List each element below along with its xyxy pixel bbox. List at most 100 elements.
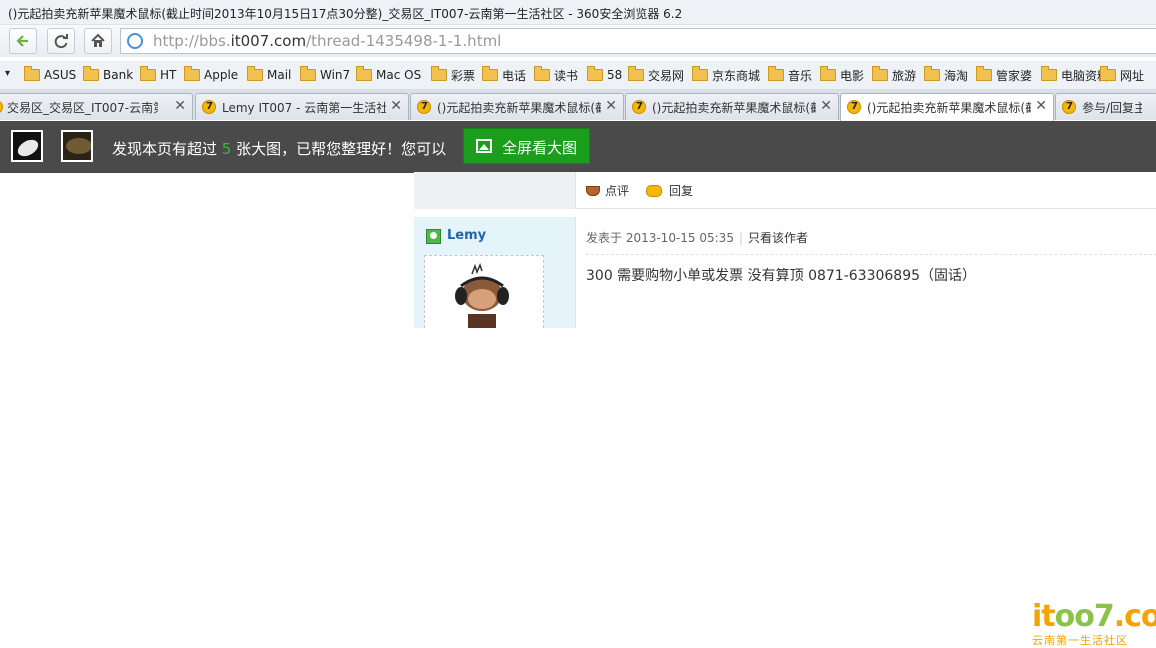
- post-body: 发表于 2013-10-15 05:35 | 只看该作者 300 需要购物小单或发票…: [575, 217, 1156, 328]
- author-name[interactable]: Lemy: [447, 228, 486, 243]
- close-icon[interactable]: ✕: [1035, 98, 1047, 114]
- tab-label: ()元起拍卖充新苹果魔术鼠标(截: [437, 101, 601, 115]
- image-thumbnail[interactable]: [61, 130, 93, 162]
- bookmarks-menu-icon[interactable]: ▾: [5, 64, 10, 82]
- post-author-column: Lemy: [414, 217, 575, 328]
- image-thumbnail[interactable]: [11, 130, 43, 162]
- back-arrow-icon: [16, 35, 28, 47]
- fullscreen-gallery-button[interactable]: 全屏看大图: [463, 128, 590, 164]
- post-divider: [586, 254, 1156, 255]
- site-favicon-icon: [417, 100, 431, 114]
- folder-icon: [83, 66, 99, 81]
- bookmark-item[interactable]: Bank: [83, 66, 133, 84]
- back-button[interactable]: [9, 28, 37, 54]
- folder-icon: [1100, 66, 1116, 81]
- bookmark-item[interactable]: Mail: [247, 66, 291, 84]
- close-icon[interactable]: ✕: [390, 98, 402, 114]
- tab-label: 交易区_交易区_IT007-云南第一: [7, 101, 158, 115]
- bookmark-item[interactable]: HT: [140, 66, 176, 84]
- reply-link[interactable]: 回复: [646, 182, 693, 199]
- site-logo: itoo7.com 云南第一生活社区: [1032, 599, 1156, 647]
- image-count: 5: [221, 140, 232, 158]
- image-gallery-bar: 发现本页有超过 5 张大图，已帮您整理好！您可以 全屏看大图: [0, 121, 1156, 173]
- bookmark-item[interactable]: 交易网: [628, 66, 684, 84]
- speech-bubble-icon: [646, 184, 662, 197]
- close-icon[interactable]: ✕: [174, 98, 186, 114]
- folder-icon: [976, 66, 992, 81]
- bookmark-item[interactable]: 电脑资料: [1041, 66, 1109, 84]
- post-date: 发表于 2013-10-15 05:35: [586, 231, 734, 245]
- folder-icon: [820, 66, 836, 81]
- avatar[interactable]: [424, 255, 544, 328]
- home-icon: [91, 33, 105, 47]
- site-favicon-icon: [1062, 100, 1076, 114]
- tab-active[interactable]: ()元起拍卖充新苹果魔术鼠标(截 ✕: [840, 93, 1054, 121]
- tab[interactable]: 交易区_交易区_IT007-云南第一 ✕: [0, 93, 193, 120]
- folder-icon: [300, 66, 316, 81]
- folder-icon: [628, 66, 644, 81]
- bookmark-item[interactable]: Apple: [184, 66, 238, 84]
- bookmark-item[interactable]: 读书: [534, 66, 578, 84]
- folder-icon: [872, 66, 888, 81]
- bookmark-item[interactable]: ASUS: [24, 66, 76, 84]
- site-favicon-icon: [202, 100, 216, 114]
- coffee-cup-icon: [586, 185, 600, 196]
- folder-icon: [1041, 66, 1057, 81]
- post-meta: 发表于 2013-10-15 05:35 | 只看该作者: [586, 231, 809, 245]
- bookmark-item[interactable]: Win7: [300, 66, 350, 84]
- bookmark-item[interactable]: 管家婆: [976, 66, 1032, 84]
- site-favicon-icon: [632, 100, 646, 114]
- comment-link[interactable]: 点评: [586, 182, 629, 199]
- refresh-button[interactable]: [47, 28, 75, 54]
- close-icon[interactable]: ✕: [605, 98, 617, 114]
- bookmark-item[interactable]: Mac OS: [356, 66, 421, 84]
- bookmark-item[interactable]: 京东商城: [692, 66, 760, 84]
- tab-label: ()元起拍卖充新苹果魔术鼠标(截: [867, 101, 1031, 115]
- window-title: ()元起拍卖充新苹果魔术鼠标(截止时间2013年10月15日17点30分整)_交…: [8, 7, 683, 21]
- tab[interactable]: Lemy IT007 - 云南第一生活社 ✕: [195, 93, 409, 120]
- folder-icon: [431, 66, 447, 81]
- tab[interactable]: 参与/回复主题: [1055, 93, 1156, 120]
- site-favicon-icon: [847, 100, 861, 114]
- tab-label: ()元起拍卖充新苹果魔术鼠标(截: [652, 101, 816, 115]
- bookmark-item[interactable]: 旅游: [872, 66, 916, 84]
- picture-icon: [476, 139, 492, 153]
- folder-icon: [24, 66, 40, 81]
- bookmark-item[interactable]: 海淘: [924, 66, 968, 84]
- gallery-message: 发现本页有超过 5 张大图，已帮您整理好！您可以: [112, 140, 447, 158]
- tab-label: Lemy IT007 - 云南第一生活社: [222, 101, 386, 115]
- folder-icon: [356, 66, 372, 81]
- refresh-icon: [54, 34, 68, 49]
- folder-icon: [247, 66, 263, 81]
- navigation-bar: http://bbs.it007.com/thread-1435498-1-1.…: [0, 25, 1156, 57]
- url-text: http://bbs.it007.com/thread-1435498-1-1.…: [153, 32, 502, 50]
- tab[interactable]: ()元起拍卖充新苹果魔术鼠标(截 ✕: [625, 93, 839, 120]
- bookmark-item[interactable]: 58: [587, 66, 622, 84]
- folder-icon: [587, 66, 603, 81]
- bookmark-item[interactable]: 电影: [820, 66, 864, 84]
- folder-icon: [768, 66, 784, 81]
- post-actions: 点评 回复: [575, 172, 1156, 209]
- home-button[interactable]: [84, 28, 112, 54]
- bookmark-item[interactable]: 电话: [482, 66, 526, 84]
- site-security-icon: [127, 33, 143, 49]
- post-content: 300 需要购物小单或发票 没有算顶 0871-63306895（固话）: [586, 268, 977, 284]
- close-icon[interactable]: ✕: [820, 98, 832, 114]
- tab[interactable]: ()元起拍卖充新苹果魔术鼠标(截 ✕: [410, 93, 624, 120]
- folder-icon: [140, 66, 156, 81]
- only-author-link[interactable]: 只看该作者: [748, 231, 808, 245]
- tab-label: 参与/回复主题: [1082, 101, 1142, 115]
- folder-icon: [482, 66, 498, 81]
- site-favicon-icon: [0, 100, 3, 114]
- bookmark-item[interactable]: 彩票: [431, 66, 475, 84]
- user-online-icon: [426, 229, 441, 244]
- post-author-column-top: [414, 172, 575, 209]
- address-bar[interactable]: http://bbs.it007.com/thread-1435498-1-1.…: [120, 28, 1156, 54]
- folder-icon: [534, 66, 550, 81]
- bookmarks-bar: ▾ ASUS Bank HT Apple Mail Win7 Mac OS 彩票 电话 读书 58 交…: [0, 61, 1156, 90]
- tab-strip: 交易区_交易区_IT007-云南第一 ✕ Lemy IT007 - 云南第一生活社 ✕…: [0, 90, 1156, 121]
- bookmark-item[interactable]: 网址: [1100, 66, 1144, 84]
- folder-icon: [692, 66, 708, 81]
- window-titlebar: ()元起拍卖充新苹果魔术鼠标(截止时间2013年10月15日17点30分整)_交…: [0, 0, 1156, 25]
- bookmark-item[interactable]: 音乐: [768, 66, 812, 84]
